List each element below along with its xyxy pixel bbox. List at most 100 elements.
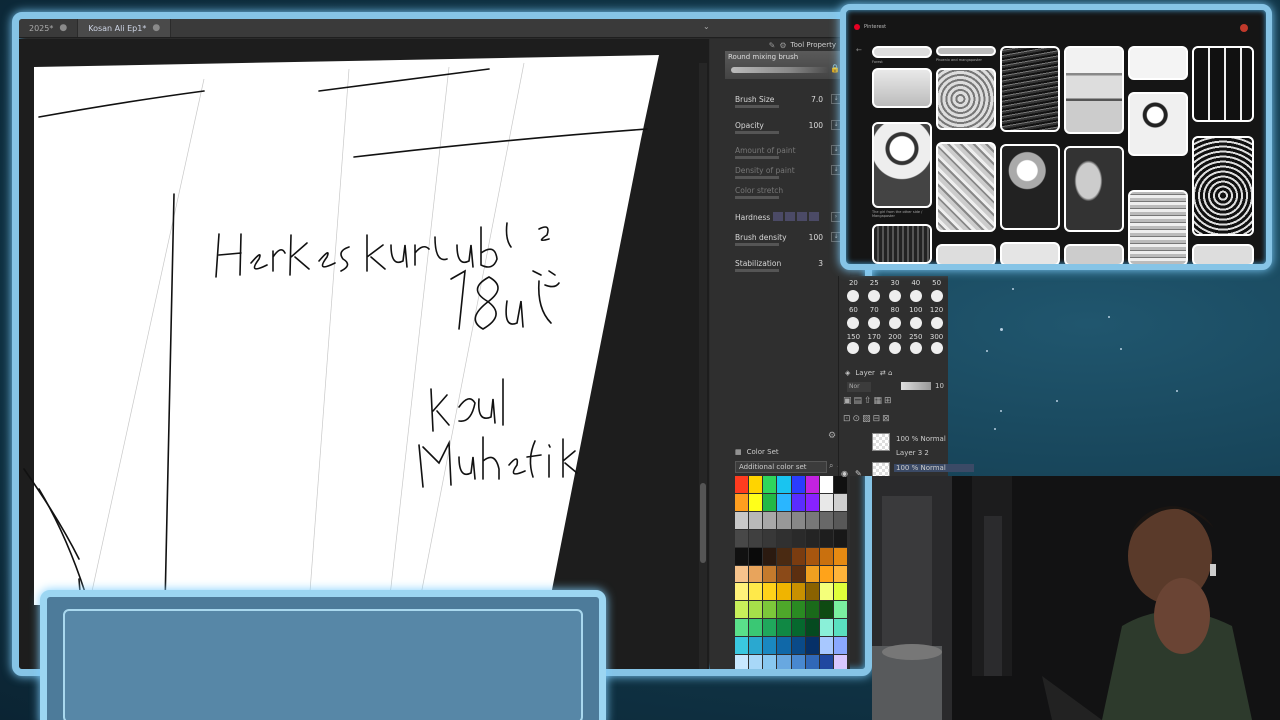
color-swatch[interactable]: [833, 619, 847, 637]
brush-size-label[interactable]: 300: [926, 332, 947, 341]
brush-size-preview-icon[interactable]: [885, 288, 906, 304]
color-swatch[interactable]: [777, 493, 791, 511]
color-set-select[interactable]: Additional color set: [735, 461, 827, 473]
color-swatch[interactable]: [833, 493, 847, 511]
color-swatch[interactable]: [805, 547, 819, 565]
color-swatch[interactable]: [833, 511, 847, 529]
color-swatch[interactable]: [749, 655, 763, 669]
color-swatch[interactable]: [777, 637, 791, 655]
color-swatch[interactable]: [819, 583, 833, 601]
color-swatch[interactable]: [749, 601, 763, 619]
brush-preview[interactable]: Round mixing brush 🔒: [725, 51, 843, 79]
color-swatch[interactable]: [749, 583, 763, 601]
color-swatch[interactable]: [735, 583, 749, 601]
pinterest-logo-icon[interactable]: [854, 24, 860, 30]
pin-card[interactable]: [1064, 146, 1124, 232]
brush-size-preview-icon[interactable]: [926, 315, 947, 331]
pin-card[interactable]: [1192, 244, 1254, 264]
color-swatch[interactable]: [735, 529, 749, 547]
brush-size-preview-icon[interactable]: [843, 342, 864, 354]
color-swatch[interactable]: [735, 655, 749, 669]
color-swatch[interactable]: [763, 655, 777, 669]
color-swatch[interactable]: [833, 655, 847, 669]
color-swatch[interactable]: [749, 637, 763, 655]
pin-card[interactable]: [872, 224, 932, 264]
tab-document-2[interactable]: Kosan Ali Ep1* ●: [78, 19, 172, 37]
color-swatch[interactable]: [791, 547, 805, 565]
color-swatch[interactable]: [819, 619, 833, 637]
color-swatch[interactable]: [749, 511, 763, 529]
layer-toolbar-2[interactable]: ⊡⊙▨⊟⊠: [843, 414, 892, 424]
color-swatch[interactable]: [763, 565, 777, 583]
pin-card[interactable]: [872, 68, 932, 108]
hardness-property[interactable]: Hardness ›: [735, 212, 845, 222]
brush-size-label[interactable]: 25: [864, 278, 885, 287]
color-swatch[interactable]: [791, 511, 805, 529]
opacity-value[interactable]: 100: [809, 121, 823, 130]
opacity-slider[interactable]: [735, 131, 779, 134]
color-swatch[interactable]: [833, 583, 847, 601]
brush-size-preview-icon[interactable]: [905, 288, 926, 304]
brush-size-property[interactable]: Brush Size 7.0 ↓: [735, 94, 845, 108]
color-swatch[interactable]: [777, 565, 791, 583]
color-swatch[interactable]: [791, 601, 805, 619]
color-swatch[interactable]: [791, 476, 805, 493]
pen-icon[interactable]: ✎: [769, 41, 776, 50]
color-swatch[interactable]: [763, 529, 777, 547]
brush-size-preview-icon[interactable]: [926, 288, 947, 304]
pin-card[interactable]: [1000, 46, 1060, 132]
color-swatch[interactable]: [805, 493, 819, 511]
stabilization-property[interactable]: Stabilization 3: [735, 259, 845, 272]
color-swatch[interactable]: [763, 493, 777, 511]
pin-card[interactable]: [936, 46, 996, 56]
color-swatch[interactable]: [763, 619, 777, 637]
color-swatch[interactable]: [735, 493, 749, 511]
brush-size-preview-icon[interactable]: [885, 342, 906, 354]
blend-mode-select[interactable]: Nor: [847, 382, 871, 392]
color-swatch[interactable]: [791, 529, 805, 547]
brush-size-preview-icon[interactable]: [905, 342, 926, 354]
brush-size-label[interactable]: 50: [926, 278, 947, 287]
color-swatch[interactable]: [805, 637, 819, 655]
color-palette[interactable]: [735, 476, 847, 669]
color-swatch[interactable]: [791, 493, 805, 511]
layer-toolbar[interactable]: ▣▤⇧▦⊞: [843, 396, 894, 406]
pin-card[interactable]: [1064, 46, 1124, 134]
color-swatch[interactable]: [763, 637, 777, 655]
color-swatch[interactable]: [749, 619, 763, 637]
color-swatch[interactable]: [735, 511, 749, 529]
brush-size-label[interactable]: 170: [864, 332, 885, 341]
color-swatch[interactable]: [805, 583, 819, 601]
color-swatch[interactable]: [763, 547, 777, 565]
brush-density-value[interactable]: 100: [809, 233, 823, 242]
brush-size-label[interactable]: 40: [905, 278, 926, 287]
pen-icon[interactable]: ✎: [855, 469, 862, 478]
color-swatch[interactable]: [735, 637, 749, 655]
color-swatch[interactable]: [819, 529, 833, 547]
color-swatch[interactable]: [749, 476, 763, 493]
brush-size-preview-icon[interactable]: [843, 315, 864, 331]
brush-size-label[interactable]: 100: [905, 305, 926, 314]
tab-close-icon[interactable]: ●: [152, 23, 160, 33]
color-swatch[interactable]: [763, 511, 777, 529]
stabilization-slider[interactable]: [735, 269, 779, 272]
color-swatch[interactable]: [833, 601, 847, 619]
avatar[interactable]: [1240, 24, 1248, 32]
pin-card[interactable]: [1128, 46, 1188, 80]
layer-item-selected[interactable]: 100 % Normal: [894, 464, 974, 472]
color-swatch[interactable]: [791, 637, 805, 655]
canvas-scrollbar[interactable]: [699, 63, 707, 669]
layer-item[interactable]: Layer 3 2: [896, 449, 976, 457]
brush-size-preview-icon[interactable]: [864, 315, 885, 331]
brush-density-slider[interactable]: [735, 243, 779, 246]
pin-card[interactable]: [1192, 136, 1254, 236]
color-swatch[interactable]: [735, 476, 749, 493]
color-swatch[interactable]: [805, 601, 819, 619]
color-swatch[interactable]: [791, 565, 805, 583]
layer-thumbnail[interactable]: [872, 433, 890, 451]
color-swatch[interactable]: [819, 493, 833, 511]
brush-size-preview-icon[interactable]: [864, 342, 885, 354]
color-swatch[interactable]: [819, 655, 833, 669]
layer-menu-icon[interactable]: ⇄ ⌂: [880, 369, 893, 377]
color-swatch[interactable]: [805, 565, 819, 583]
